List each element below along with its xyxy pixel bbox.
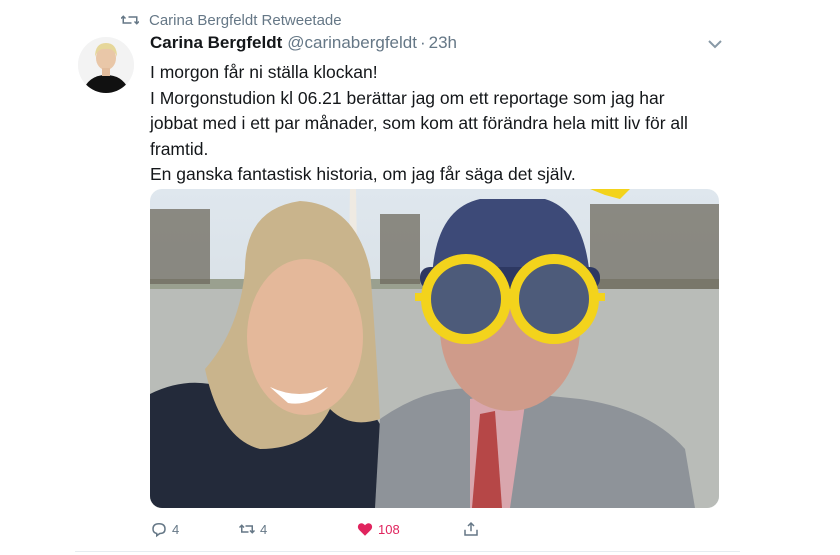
tweet-text-line: I Morgonstudion kl 06.21 berättar jag om… (150, 87, 665, 108)
reply-count: 4 (172, 521, 180, 537)
tweet-text-line: jobbat med i ett par månader, som kom at… (150, 113, 688, 133)
tweet-text-line: En ganska fantastisk historia, om jag få… (150, 164, 576, 184)
avatar[interactable] (78, 37, 134, 93)
tweet-actions: 4 4 108 (150, 520, 710, 540)
author-display-name[interactable]: Carina Bergfeldt (150, 33, 282, 53)
retweet-banner-text[interactable]: Carina Bergfeldt Retweetade (149, 12, 342, 29)
retweet-icon (121, 15, 139, 25)
share-button[interactable] (462, 520, 480, 538)
retweet-button[interactable]: 4 (238, 520, 267, 538)
reply-button[interactable]: 4 (150, 520, 179, 538)
retweet-count: 4 (260, 521, 268, 537)
header-separator: · (419, 33, 426, 52)
tweet-timestamp[interactable]: 23h (429, 33, 457, 53)
tweet-divider (75, 551, 740, 552)
tweet-text-line: framtid. (150, 138, 209, 159)
tweet-photo[interactable] (150, 189, 719, 508)
chevron-down-icon[interactable] (705, 36, 725, 52)
like-button[interactable]: 108 (356, 520, 400, 538)
tweet-text-line: I morgon får ni ställa klockan! (150, 62, 378, 82)
heart-icon (357, 523, 373, 536)
tweet-header: Carina Bergfeldt @carinabergfeldt · 23h (150, 33, 457, 53)
author-handle[interactable]: @carinabergfeldt (287, 33, 417, 53)
like-count: 108 (378, 521, 400, 537)
retweet-icon (238, 524, 256, 534)
share-icon (464, 521, 478, 536)
reply-icon (152, 522, 166, 538)
tweet-text: I morgon får ni ställa klockan! I Morgon… (150, 60, 720, 188)
retweet-banner: Carina Bergfeldt Retweetade (121, 10, 342, 30)
